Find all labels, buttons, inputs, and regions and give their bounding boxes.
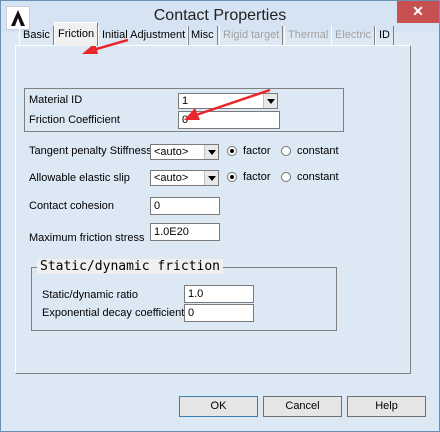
tab-basic[interactable]: Basic	[19, 26, 54, 45]
slip-constant-label: constant	[297, 171, 339, 183]
tab-electric: Electric	[331, 26, 376, 45]
tangent-constant-label: constant	[297, 145, 339, 157]
slip-constant-radio[interactable]	[281, 172, 291, 182]
max-friction-stress-label: Maximum friction stress	[29, 232, 145, 244]
friction-coefficient-input[interactable]: 0	[178, 111, 280, 129]
material-id-value: 1	[182, 95, 189, 107]
tab-thermal: Thermal	[284, 26, 333, 45]
material-id-dropdown[interactable]: 1	[178, 93, 278, 109]
decay-coefficient-label: Exponential decay coefficient	[42, 307, 185, 319]
close-button[interactable]: ✕	[397, 1, 439, 23]
help-button[interactable]: Help	[347, 396, 426, 417]
chevron-down-icon[interactable]	[204, 145, 218, 159]
tab-misc[interactable]: Misc	[187, 26, 218, 45]
elastic-slip-dropdown[interactable]: <auto>	[150, 170, 219, 186]
tangent-factor-radio[interactable]	[227, 146, 237, 156]
tangent-constant-radio[interactable]	[281, 146, 291, 156]
slip-factor-label: factor	[243, 171, 271, 183]
tab-id[interactable]: ID	[375, 26, 394, 45]
tab-initial-adjustment[interactable]: Initial Adjustment	[98, 26, 190, 45]
decay-coefficient-input[interactable]: 0	[184, 304, 254, 322]
tangent-stiffness-label: Tangent penalty Stiffness	[29, 145, 152, 157]
static-dynamic-ratio-label: Static/dynamic ratio	[42, 289, 138, 301]
contact-cohesion-input[interactable]: 0	[150, 197, 220, 215]
max-friction-stress-input[interactable]: 1.0E20	[150, 223, 220, 241]
tab-rigid-target: Rigid target	[219, 26, 284, 45]
tab-friction[interactable]: Friction	[54, 22, 99, 46]
elastic-slip-value: <auto>	[154, 172, 189, 184]
static-dynamic-title: Static/dynamic friction	[37, 259, 224, 274]
ok-button[interactable]: OK	[179, 396, 258, 417]
contact-cohesion-label: Contact cohesion	[29, 200, 114, 212]
tangent-stiffness-dropdown[interactable]: <auto>	[150, 144, 219, 160]
material-id-label: Material ID	[29, 94, 83, 106]
tangent-stiffness-value: <auto>	[154, 146, 189, 158]
tangent-factor-label: factor	[243, 145, 271, 157]
cancel-button[interactable]: Cancel	[263, 396, 342, 417]
elastic-slip-label: Allowable elastic slip	[29, 172, 130, 184]
slip-factor-radio[interactable]	[227, 172, 237, 182]
chevron-down-icon[interactable]	[204, 171, 218, 185]
friction-coefficient-label: Friction Coefficient	[29, 114, 120, 126]
chevron-down-icon[interactable]	[263, 94, 277, 108]
static-dynamic-ratio-input[interactable]: 1.0	[184, 285, 254, 303]
